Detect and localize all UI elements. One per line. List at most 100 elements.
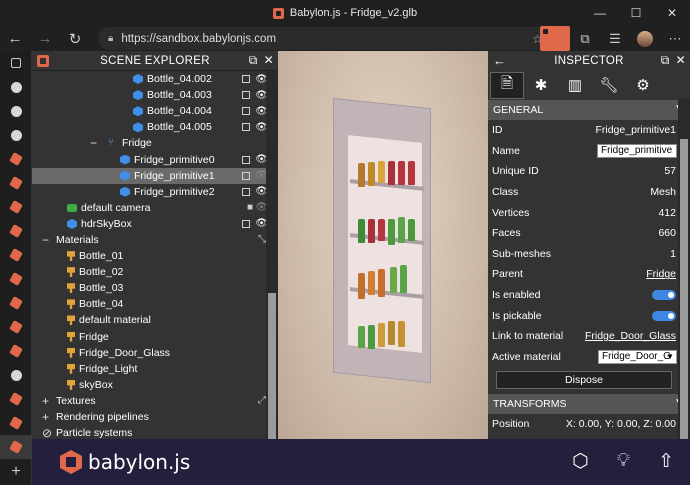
collections-icon[interactable]: ⧉ [570, 26, 600, 51]
expand-plus-icon[interactable]: + [42, 394, 52, 408]
tab-babylon-9[interactable] [0, 339, 32, 363]
settings-gear-tab-icon[interactable]: ⚙ [626, 72, 660, 99]
maximize-icon[interactable]: ☐ [618, 0, 654, 26]
reload-icon[interactable]: ↻ [60, 26, 90, 51]
tree-row-material[interactable]: Fridge [32, 329, 278, 345]
tree-row-particle-systems[interactable]: ⊘ Particle systems [32, 425, 278, 439]
tools-wrench-tab-icon[interactable]: 🔧︎ [592, 72, 626, 99]
more-menu-icon[interactable]: ⋯ [660, 26, 690, 51]
tab-github-3[interactable] [0, 123, 32, 147]
tab-babylon-6[interactable] [0, 267, 32, 291]
tree-row-material[interactable]: Fridge_Light [32, 361, 278, 377]
tree-row-fridge-primitive1[interactable]: Fridge_primitive1 👁︎ [32, 167, 278, 184]
tab-babylon-active[interactable] [0, 435, 32, 459]
bounding-box-checkbox[interactable] [242, 187, 250, 196]
minimize-icon[interactable]: — [582, 0, 618, 26]
material-link[interactable]: Fridge_Door_Glass [585, 330, 676, 342]
address-bar[interactable]: 🔒︎ https://sandbox.babylonjs.com ☆ [98, 27, 553, 50]
avatar[interactable] [637, 30, 653, 47]
expand-all-icon[interactable]: ⤢ [258, 395, 266, 406]
tree-row-materials[interactable]: − Materials ⤡ [32, 232, 278, 248]
popout-icon[interactable]: ⧉ [249, 53, 258, 68]
tab-babylon-2[interactable] [0, 171, 32, 195]
tab-babylon-8[interactable] [0, 315, 32, 339]
close-inspector-icon[interactable]: ✕ [676, 53, 686, 68]
window-controls: — ☐ ✕ [582, 0, 690, 26]
inspector-toggle-icon[interactable]: ⬡ [572, 450, 589, 473]
bounding-box-checkbox[interactable] [242, 123, 250, 132]
collapse-minus-icon[interactable]: − [90, 136, 100, 150]
tab-babylon-1[interactable] [0, 147, 32, 171]
inspector-scrollbar[interactable] [678, 99, 690, 439]
tree-row-fridge-primitive0[interactable]: Fridge_primitive0 👁︎ [32, 151, 278, 167]
inspector-scroll-thumb[interactable] [680, 139, 688, 439]
close-explorer-icon[interactable]: ✕ [264, 53, 274, 68]
tree-row-fridge-primitive2[interactable]: Fridge_primitive2 👁︎ [32, 184, 278, 200]
properties-tab-icon[interactable]: 🗎︎ [490, 71, 524, 99]
is-pickable-toggle[interactable] [652, 310, 676, 321]
bounding-box-checkbox[interactable] [242, 155, 250, 164]
babylon-icon [9, 440, 23, 454]
popout-icon[interactable]: ⧉ [661, 53, 670, 68]
video-camera-icon[interactable]: ■ [247, 202, 253, 213]
tree-row-material[interactable]: Bottle_04 [32, 296, 278, 312]
tree-row-material[interactable]: Bottle_02 [32, 264, 278, 280]
general-section-header[interactable]: GENERAL ▼ [488, 100, 690, 120]
explorer-scroll-thumb[interactable] [268, 293, 276, 439]
bounding-box-checkbox[interactable] [242, 91, 250, 100]
tree-row-bottle-04-004[interactable]: Bottle_04.004 👁︎ [32, 103, 278, 119]
tree-row-bottle-04-002[interactable]: Bottle_04.002 👁︎ [32, 71, 278, 87]
tree-row-material[interactable]: Bottle_03 [32, 280, 278, 296]
tab-actions-icon[interactable] [0, 51, 32, 75]
tree-row-bottle-04-005[interactable]: Bottle_04.005 👁︎ [32, 119, 278, 135]
tree-row-fridge-node[interactable]: − ⑂ Fridge [32, 135, 278, 151]
is-enabled-toggle[interactable] [652, 290, 676, 301]
tree-row-material[interactable]: default material [32, 312, 278, 328]
chevron-down-icon: ▼ [666, 352, 674, 362]
back-arrow-icon[interactable]: ← [493, 53, 506, 68]
tree-row-hdrskybox[interactable]: hdrSkyBox 👁︎ [32, 216, 278, 232]
tab-github-1[interactable] [0, 75, 32, 99]
render-canvas[interactable] [278, 51, 488, 439]
tab-babylon-7[interactable] [0, 291, 32, 315]
tree-row-material[interactable]: skyBox [32, 377, 278, 393]
tree-row-rendering-pipelines[interactable]: + Rendering pipelines [32, 409, 278, 425]
tree-row-default-camera[interactable]: default camera ■ 👁︎ [32, 200, 278, 216]
tab-babylon-11[interactable] [0, 411, 32, 435]
prop-label: Name [492, 144, 521, 157]
tab-babylon-10[interactable] [0, 387, 32, 411]
tree-row-material[interactable]: Fridge_Door_Glass [32, 345, 278, 361]
statistics-tab-icon[interactable]: ▥ [558, 72, 592, 99]
tree-row-textures[interactable]: + Textures ⤢ [32, 393, 278, 409]
upload-icon[interactable]: ⇧ [658, 450, 674, 473]
tab-babylon-3[interactable] [0, 195, 32, 219]
tab-github-4[interactable] [0, 363, 32, 387]
name-input[interactable] [597, 143, 677, 158]
close-window-icon[interactable]: ✕ [654, 0, 690, 26]
back-arrow-icon[interactable]: ← [0, 26, 30, 51]
bottle [368, 325, 375, 349]
babylon-extension-icon[interactable] [540, 26, 570, 51]
bounding-box-checkbox[interactable] [242, 171, 250, 180]
collapse-all-icon[interactable]: ⤡ [258, 234, 266, 245]
tab-github-2[interactable] [0, 99, 32, 123]
tree-row-material[interactable]: Bottle_01 [32, 248, 278, 264]
collapse-minus-icon[interactable]: − [42, 233, 52, 247]
tab-babylon-5[interactable] [0, 243, 32, 267]
dispose-button[interactable]: Dispose [496, 371, 672, 390]
explorer-scrollbar[interactable] [266, 71, 278, 439]
bounding-box-checkbox[interactable] [242, 107, 250, 116]
new-tab-plus-icon[interactable]: + [0, 463, 32, 481]
expand-plus-icon[interactable]: + [42, 410, 52, 424]
tree-row-bottle-04-003[interactable]: Bottle_04.003 👁︎ [32, 87, 278, 103]
parent-link[interactable]: Fridge [646, 268, 676, 280]
transforms-section-header[interactable]: TRANSFORMS ▼ [488, 394, 690, 415]
bounding-box-checkbox[interactable] [242, 219, 250, 228]
lightbulb-icon[interactable]: 💡︎ [617, 450, 630, 473]
favorites-icon[interactable]: ☰ [600, 26, 630, 51]
active-material-select[interactable]: Fridge_Door_G ▼ [598, 349, 677, 364]
bounding-box-checkbox[interactable] [242, 75, 250, 84]
debug-bug-tab-icon[interactable]: ✱ [524, 72, 558, 99]
forward-arrow-icon[interactable]: → [30, 26, 60, 51]
tab-babylon-4[interactable] [0, 219, 32, 243]
